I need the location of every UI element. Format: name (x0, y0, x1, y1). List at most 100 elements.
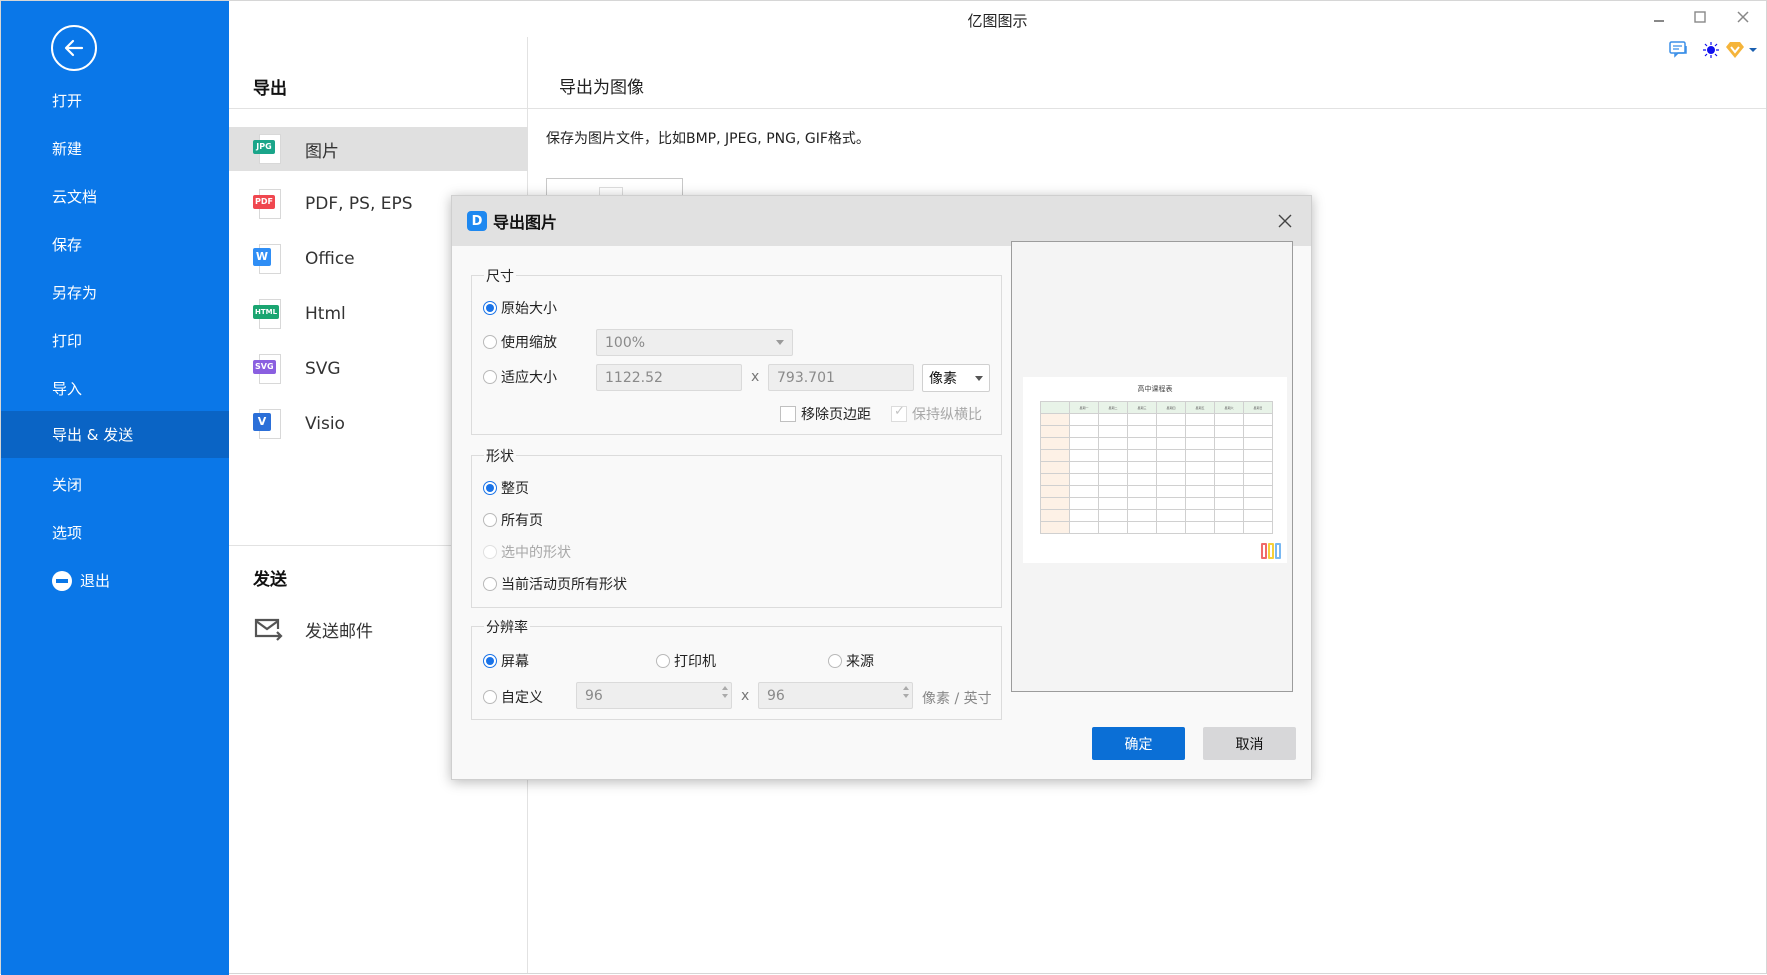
preview-cell (1156, 509, 1186, 522)
sidebar-item-label: 云文档 (52, 188, 98, 206)
preview-cell (1127, 461, 1157, 474)
times-label: x (751, 369, 760, 385)
sidebar-item-print[interactable]: 打印 (1, 317, 229, 364)
preview-cell (1098, 485, 1128, 498)
option-label: 选中的形状 (501, 545, 571, 561)
size-zoom-option[interactable]: 使用缩放 (483, 332, 557, 352)
sidebar-item-new[interactable]: 新建 (1, 125, 229, 172)
sidebar-item-save[interactable]: 保存 (1, 221, 229, 268)
preview-cell (1040, 437, 1070, 450)
export-image-dialog: D 导出图片 尺寸 原始大小 使用缩放 100% 适应大小 1122.52 x … (451, 195, 1312, 780)
preview-cell (1214, 521, 1244, 534)
account-dropdown[interactable] (1748, 39, 1758, 61)
cancel-button[interactable]: 取消 (1203, 727, 1296, 760)
preview-cell (1069, 437, 1099, 450)
maximize-button[interactable] (1684, 5, 1716, 29)
preview-cell (1127, 521, 1157, 534)
sidebar-item-import[interactable]: 导入 (1, 365, 229, 412)
html-file-icon: HTML (253, 299, 283, 329)
minimize-button[interactable] (1643, 5, 1675, 29)
preview-cell (1156, 521, 1186, 534)
preview-cell (1214, 437, 1244, 450)
radio-source[interactable] (828, 654, 842, 668)
preview-cell (1040, 449, 1070, 462)
shape-all-pages-option[interactable]: 所有页 (483, 510, 543, 530)
spinner-arrows-icon[interactable] (722, 686, 728, 698)
sidebar-item-open[interactable]: 打开 (1, 77, 229, 124)
sidebar-item-close[interactable]: 关闭 (1, 461, 229, 508)
radio-selected-shapes (483, 545, 497, 559)
preview-cell (1243, 425, 1273, 438)
preview-cell (1185, 485, 1215, 498)
radio-active-page-shapes[interactable] (483, 577, 497, 591)
option-label: 所有页 (501, 513, 543, 529)
shape-legend: 形状 (484, 446, 516, 466)
visio-file-icon: V (253, 409, 283, 439)
export-format-label: Office (305, 249, 355, 269)
radio-printer[interactable] (656, 654, 670, 668)
preview-cell: 星期二 (1098, 401, 1128, 414)
preview-cell (1040, 497, 1070, 510)
radio-original-size[interactable] (483, 301, 497, 315)
sidebar-item-options[interactable]: 选项 (1, 509, 229, 556)
preview-cell (1098, 497, 1128, 510)
keep-ratio-checkbox[interactable] (891, 404, 907, 422)
chevron-down-icon (776, 340, 784, 345)
export-format-label: SVG (305, 359, 341, 379)
preview-row (1040, 437, 1273, 450)
radio-screen[interactable] (483, 654, 497, 668)
preview-row (1040, 413, 1273, 426)
radio-all-pages[interactable] (483, 513, 497, 527)
width-input[interactable]: 1122.52 (596, 364, 742, 391)
comment-button[interactable] (1668, 39, 1690, 61)
back-button[interactable] (51, 25, 97, 71)
shape-whole-page-option[interactable]: 整页 (483, 478, 529, 498)
dpi-y-spinbox[interactable]: 96 (758, 682, 913, 709)
preview-cell (1069, 485, 1099, 498)
mail-send-icon (254, 618, 283, 641)
preview-cell (1069, 449, 1099, 462)
preview-cell (1156, 473, 1186, 486)
option-label: 自定义 (501, 690, 543, 706)
ok-button[interactable]: 确定 (1092, 727, 1185, 760)
send-email-label: 发送邮件 (305, 621, 373, 642)
size-fit-option[interactable]: 适应大小 (483, 367, 557, 387)
backstage-sidebar: 打开 新建 云文档 保存 另存为 打印 导入 导出 & 发送 关闭 选项 退出 (1, 1, 229, 975)
unit-select[interactable]: 像素 (922, 364, 990, 392)
sidebar-item-save-as[interactable]: 另存为 (1, 269, 229, 316)
radio-custom[interactable] (483, 690, 497, 704)
resolution-custom-option[interactable]: 自定义 (483, 687, 543, 707)
vip-button[interactable] (1724, 39, 1746, 61)
theme-button[interactable] (1700, 39, 1722, 61)
app-logo-icon: D (467, 211, 487, 231)
shape-active-page-option[interactable]: 当前活动页所有形状 (483, 574, 627, 594)
radio-fit-size[interactable] (483, 370, 497, 384)
dpi-x-spinbox[interactable]: 96 (576, 682, 732, 709)
zoom-select[interactable]: 100% (596, 329, 793, 356)
preview-cell (1040, 485, 1070, 498)
sidebar-item-cloud-docs[interactable]: 云文档 (1, 173, 229, 220)
height-input[interactable]: 793.701 (768, 364, 914, 391)
preview-cell (1185, 413, 1215, 426)
remove-margin-option[interactable]: 移除页边距 (780, 404, 871, 424)
resolution-screen-option[interactable]: 屏幕 (483, 651, 529, 671)
preview-cell (1098, 425, 1128, 438)
sidebar-item-export-send[interactable]: 导出 & 发送 (1, 411, 229, 458)
preview-table: 星期一 星期二 星期三 星期四 星期五 星期六 星期日 (1040, 401, 1273, 534)
sidebar-item-exit[interactable]: 退出 (1, 557, 229, 604)
export-format-image[interactable]: JPG 图片 (229, 127, 528, 171)
close-window-button[interactable] (1727, 5, 1759, 29)
divider (229, 108, 527, 109)
remove-margin-checkbox[interactable] (780, 406, 796, 422)
radio-use-zoom[interactable] (483, 335, 497, 349)
preview-cell (1069, 509, 1099, 522)
spinner-arrows-icon[interactable] (903, 686, 909, 698)
size-original-option[interactable]: 原始大小 (483, 298, 557, 318)
keep-ratio-option[interactable]: 保持纵横比 (891, 404, 982, 424)
preview-cell: 星期日 (1243, 401, 1273, 414)
resolution-source-option[interactable]: 来源 (828, 651, 874, 671)
pdf-file-icon: PDF (253, 189, 283, 219)
resolution-printer-option[interactable]: 打印机 (656, 651, 716, 671)
dialog-close-button[interactable] (1273, 209, 1297, 233)
radio-whole-page[interactable] (483, 481, 497, 495)
